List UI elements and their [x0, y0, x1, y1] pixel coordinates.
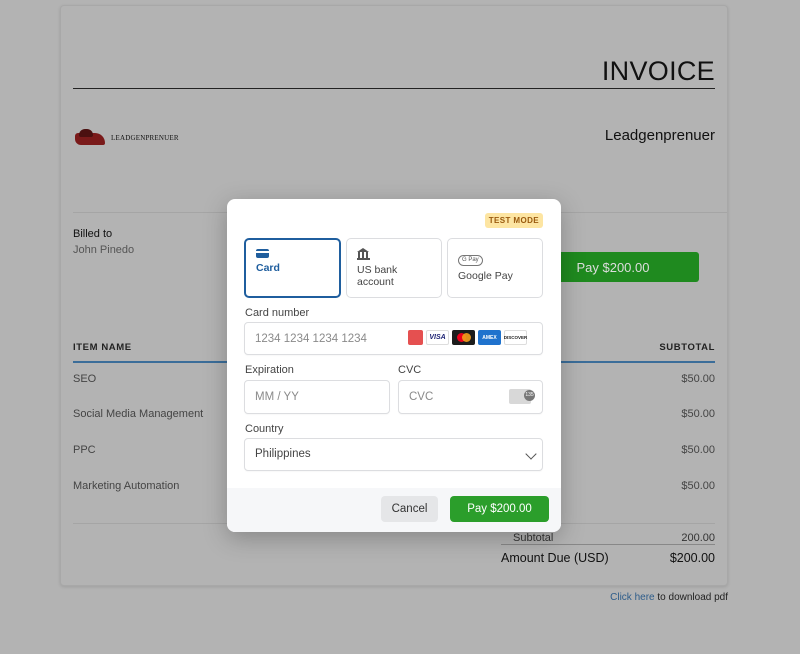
credit-card-icon: [256, 249, 269, 258]
billed-to-label: Billed to: [73, 228, 113, 240]
cvc-label: CVC: [398, 364, 422, 376]
item-name: PPC: [73, 444, 96, 456]
subtotal-value: 200.00: [681, 532, 715, 544]
payment-method-bank[interactable]: US bank account: [346, 238, 442, 298]
item-name: SEO: [73, 373, 97, 385]
column-header-item: ITEM NAME: [73, 342, 132, 353]
payment-method-card[interactable]: Card: [244, 238, 341, 298]
payment-method-google-pay[interactable]: G Pay Google Pay: [447, 238, 543, 298]
download-pdf-link[interactable]: Click here: [610, 592, 654, 603]
company-name: Leadgenprenuer: [604, 127, 715, 144]
cvc-card-icon: 135: [509, 389, 535, 404]
payment-method-label: US bank account: [357, 264, 398, 288]
item-subtotal: $50.00: [681, 408, 715, 420]
billed-to-name: John Pinedo: [73, 244, 135, 256]
invoice-title: INVOICE: [601, 56, 715, 86]
item-name: Marketing Automation: [73, 480, 180, 492]
cancel-button[interactable]: Cancel: [381, 496, 438, 522]
card-number-label: Card number: [245, 307, 310, 319]
google-pay-icon: G Pay: [458, 255, 483, 266]
company-logo: LEADGENPRENUER: [75, 127, 179, 149]
payment-modal: TEST MODE Card US bank account G Pay Goo…: [227, 199, 561, 532]
country-label: Country: [245, 423, 284, 435]
generic-card-icon: [408, 330, 423, 345]
lion-logo-icon: [75, 127, 107, 149]
payment-method-label: Google Pay: [458, 270, 513, 282]
mastercard-icon: [452, 330, 475, 345]
item-subtotal: $50.00: [681, 373, 715, 385]
country-select[interactable]: Philippines: [244, 438, 543, 471]
download-pdf-suffix: to download pdf: [654, 592, 728, 603]
amex-icon: AMEX: [478, 330, 501, 345]
payment-method-tabs: Card US bank account G Pay Google Pay: [244, 238, 543, 298]
card-brand-icons: VISA AMEX DISCOVER: [408, 330, 527, 345]
payment-method-label: Card: [256, 262, 280, 274]
discover-icon: DISCOVER: [504, 330, 527, 345]
expiration-input[interactable]: [244, 380, 390, 414]
country-value: Philippines: [255, 448, 311, 460]
expiration-label: Expiration: [245, 364, 294, 376]
subtotal-label: Subtotal: [513, 532, 554, 544]
cvc-icon-number: 135: [524, 390, 535, 401]
bank-icon: [357, 248, 370, 260]
title-divider: [73, 88, 715, 89]
modal-footer: Cancel Pay $200.00: [227, 488, 561, 532]
visa-icon: VISA: [426, 330, 449, 345]
test-mode-badge: TEST MODE: [484, 213, 543, 228]
item-name: Social Media Management: [73, 408, 204, 420]
item-subtotal: $50.00: [681, 480, 715, 492]
pay-button[interactable]: Pay $200.00: [450, 496, 549, 522]
download-pdf-text: Click here to download pdf: [610, 592, 728, 603]
amount-due-value: $200.00: [669, 551, 715, 565]
totals-divider: [501, 544, 715, 545]
logo-text: LEADGENPRENUER: [111, 134, 179, 142]
amount-due-label: Amount Due (USD): [501, 551, 609, 565]
item-subtotal: $50.00: [681, 444, 715, 456]
column-header-subtotal: SUBTOTAL: [659, 342, 715, 353]
